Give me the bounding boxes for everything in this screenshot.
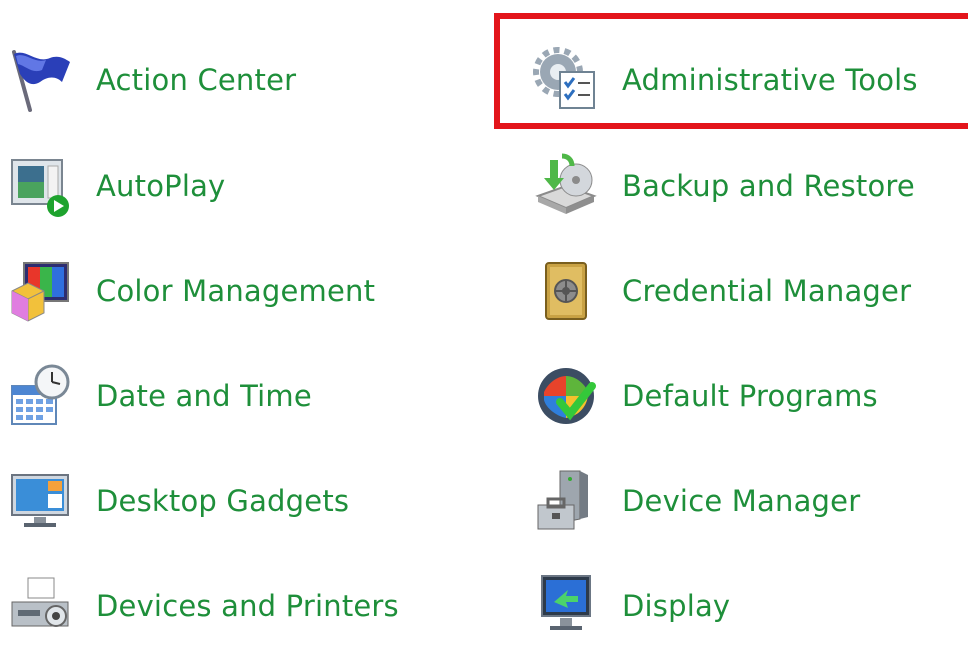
item-default-programs[interactable]: Default Programs (530, 356, 878, 436)
item-action-center[interactable]: Action Center (4, 40, 296, 120)
autoplay-icon (4, 150, 76, 222)
item-label: Devices and Printers (96, 589, 399, 623)
item-date-and-time[interactable]: Date and Time (4, 356, 312, 436)
gadgets-icon (4, 465, 76, 537)
control-panel-grid: Action Center Administrative Tools AutoP… (0, 0, 968, 637)
item-label: AutoPlay (96, 169, 226, 203)
item-label: Date and Time (96, 379, 312, 413)
item-devices-and-printers[interactable]: Devices and Printers (4, 566, 399, 646)
item-label: Credential Manager (622, 274, 912, 308)
item-credential-manager[interactable]: Credential Manager (530, 251, 911, 331)
item-autoplay[interactable]: AutoPlay (4, 146, 225, 226)
item-label: Color Management (96, 274, 376, 308)
vault-icon (530, 255, 602, 327)
monitor-icon (530, 570, 602, 642)
calendar-clock-icon (4, 360, 76, 432)
item-backup-and-restore[interactable]: Backup and Restore (530, 146, 915, 226)
item-desktop-gadgets[interactable]: Desktop Gadgets (4, 461, 349, 541)
item-display[interactable]: Display (530, 566, 730, 646)
item-label: Action Center (96, 63, 297, 97)
color-management-icon (4, 255, 76, 327)
backup-icon (530, 150, 602, 222)
item-label: Administrative Tools (622, 63, 918, 97)
item-label: Display (622, 589, 731, 623)
item-administrative-tools[interactable]: Administrative Tools (530, 40, 918, 120)
device-manager-icon (530, 465, 602, 537)
admin-tools-icon (530, 44, 602, 116)
item-device-manager[interactable]: Device Manager (530, 461, 860, 541)
printer-icon (4, 570, 76, 642)
item-label: Device Manager (622, 484, 861, 518)
item-color-management[interactable]: Color Management (4, 251, 375, 331)
item-label: Desktop Gadgets (96, 484, 350, 518)
item-label: Backup and Restore (622, 169, 915, 203)
windows-check-icon (530, 360, 602, 432)
item-label: Default Programs (622, 379, 878, 413)
flag-icon (4, 44, 76, 116)
